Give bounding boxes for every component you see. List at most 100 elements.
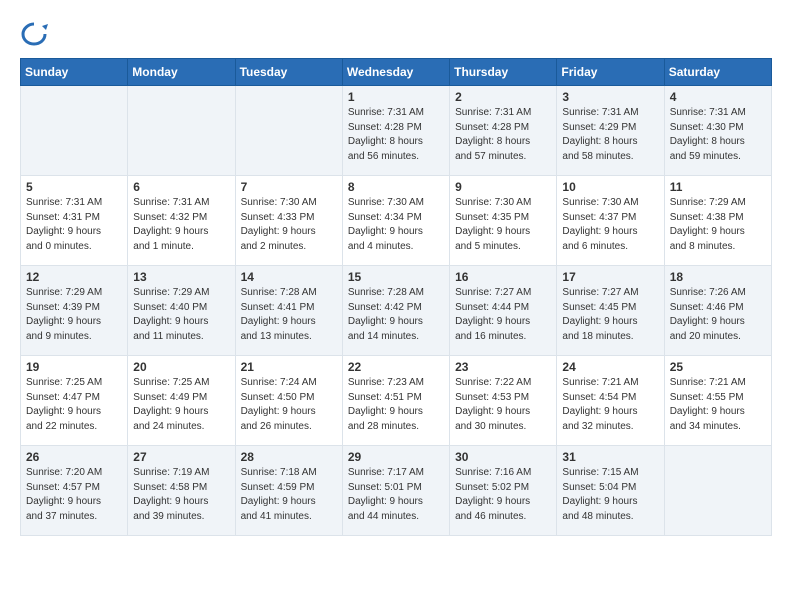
calendar-week-row: 1 Sunrise: 7:31 AM Sunset: 4:28 PM Daylig… <box>21 86 772 176</box>
calendar-week-row: 19 Sunrise: 7:25 AM Sunset: 4:47 PM Dayli… <box>21 356 772 446</box>
day-number: 7 <box>241 180 337 194</box>
day-number: 13 <box>133 270 229 284</box>
day-number: 1 <box>348 90 444 104</box>
calendar-cell: 26Sunrise: 7:20 AM Sunset: 4:57 PM Dayli… <box>21 446 128 536</box>
calendar-cell: 16Sunrise: 7:27 AM Sunset: 4:44 PM Dayli… <box>450 266 557 356</box>
day-number: 25 <box>670 360 766 374</box>
day-info: Sunrise: 7:27 AM Sunset: 4:44 PM Dayligh… <box>455 286 551 344</box>
calendar-cell: 4 Sunrise: 7:31 AM Sunset: 4:30 PM Daylig… <box>664 86 771 176</box>
calendar-week-row: 5Sunrise: 7:31 AM Sunset: 4:31 PM Daylig… <box>21 176 772 266</box>
day-info: Sunrise: 7:31 AM Sunset: 4:29 PM Dayligh… <box>562 106 658 164</box>
calendar-cell: 11Sunrise: 7:29 AM Sunset: 4:38 PM Dayli… <box>664 176 771 266</box>
day-info: Sunrise: 7:19 AM Sunset: 4:58 PM Dayligh… <box>133 466 229 524</box>
day-info: Sunrise: 7:30 AM Sunset: 4:33 PM Dayligh… <box>241 196 337 254</box>
day-info: Sunrise: 7:31 AM Sunset: 4:31 PM Dayligh… <box>26 196 122 254</box>
day-number: 8 <box>348 180 444 194</box>
calendar-cell <box>664 446 771 536</box>
day-info: Sunrise: 7:31 AM Sunset: 4:30 PM Dayligh… <box>670 106 766 164</box>
day-info: Sunrise: 7:30 AM Sunset: 4:37 PM Dayligh… <box>562 196 658 254</box>
calendar-cell <box>128 86 235 176</box>
logo <box>20 20 52 48</box>
day-info: Sunrise: 7:15 AM Sunset: 5:04 PM Dayligh… <box>562 466 658 524</box>
calendar-cell: 12 Sunrise: 7:29 AM Sunset: 4:39 PM Dayli… <box>21 266 128 356</box>
day-header-friday: Friday <box>557 59 664 86</box>
day-info: Sunrise: 7:22 AM Sunset: 4:53 PM Dayligh… <box>455 376 551 434</box>
calendar-cell: 21 Sunrise: 7:24 AM Sunset: 4:50 PM Dayli… <box>235 356 342 446</box>
day-info: Sunrise: 7:28 AM Sunset: 4:42 PM Dayligh… <box>348 286 444 344</box>
day-header-thursday: Thursday <box>450 59 557 86</box>
calendar-cell: 10 Sunrise: 7:30 AM Sunset: 4:37 PM Dayli… <box>557 176 664 266</box>
calendar-cell: 17 Sunrise: 7:27 AM Sunset: 4:45 PM Dayli… <box>557 266 664 356</box>
day-number: 17 <box>562 270 658 284</box>
day-info: Sunrise: 7:29 AM Sunset: 4:39 PM Dayligh… <box>26 286 122 344</box>
calendar-cell: 15 Sunrise: 7:28 AM Sunset: 4:42 PM Dayli… <box>342 266 449 356</box>
day-number: 15 <box>348 270 444 284</box>
day-info: Sunrise: 7:31 AM Sunset: 4:32 PM Dayligh… <box>133 196 229 254</box>
calendar-cell: 27 Sunrise: 7:19 AM Sunset: 4:58 PM Dayli… <box>128 446 235 536</box>
day-header-monday: Monday <box>128 59 235 86</box>
day-info: Sunrise: 7:30 AM Sunset: 4:34 PM Dayligh… <box>348 196 444 254</box>
day-number: 10 <box>562 180 658 194</box>
day-number: 29 <box>348 450 444 464</box>
day-number: 12 <box>26 270 122 284</box>
day-info: Sunrise: 7:27 AM Sunset: 4:45 PM Dayligh… <box>562 286 658 344</box>
calendar-cell: 3 Sunrise: 7:31 AM Sunset: 4:29 PM Daylig… <box>557 86 664 176</box>
calendar-cell <box>235 86 342 176</box>
day-info: Sunrise: 7:29 AM Sunset: 4:40 PM Dayligh… <box>133 286 229 344</box>
calendar-cell: 24 Sunrise: 7:21 AM Sunset: 4:54 PM Dayli… <box>557 356 664 446</box>
page-header <box>20 20 772 48</box>
calendar-cell: 30 Sunrise: 7:16 AM Sunset: 5:02 PM Dayli… <box>450 446 557 536</box>
calendar-cell: 9 Sunrise: 7:30 AM Sunset: 4:35 PM Daylig… <box>450 176 557 266</box>
calendar-week-row: 12 Sunrise: 7:29 AM Sunset: 4:39 PM Dayli… <box>21 266 772 356</box>
day-number: 9 <box>455 180 551 194</box>
day-info: Sunrise: 7:21 AM Sunset: 4:54 PM Dayligh… <box>562 376 658 434</box>
day-number: 19 <box>26 360 122 374</box>
calendar-header-row: SundayMondayTuesdayWednesdayThursdayFrid… <box>21 59 772 86</box>
day-info: Sunrise: 7:31 AM Sunset: 4:28 PM Dayligh… <box>455 106 551 164</box>
day-info: Sunrise: 7:16 AM Sunset: 5:02 PM Dayligh… <box>455 466 551 524</box>
day-info: Sunrise: 7:25 AM Sunset: 4:49 PM Dayligh… <box>133 376 229 434</box>
day-number: 2 <box>455 90 551 104</box>
day-info: Sunrise: 7:30 AM Sunset: 4:35 PM Dayligh… <box>455 196 551 254</box>
calendar-cell: 6 Sunrise: 7:31 AM Sunset: 4:32 PM Daylig… <box>128 176 235 266</box>
day-info: Sunrise: 7:28 AM Sunset: 4:41 PM Dayligh… <box>241 286 337 344</box>
calendar-cell: 25 Sunrise: 7:21 AM Sunset: 4:55 PM Dayli… <box>664 356 771 446</box>
calendar-cell: 20 Sunrise: 7:25 AM Sunset: 4:49 PM Dayli… <box>128 356 235 446</box>
day-info: Sunrise: 7:25 AM Sunset: 4:47 PM Dayligh… <box>26 376 122 434</box>
day-number: 28 <box>241 450 337 464</box>
day-info: Sunrise: 7:24 AM Sunset: 4:50 PM Dayligh… <box>241 376 337 434</box>
calendar-cell: 31Sunrise: 7:15 AM Sunset: 5:04 PM Dayli… <box>557 446 664 536</box>
calendar-cell: 7 Sunrise: 7:30 AM Sunset: 4:33 PM Daylig… <box>235 176 342 266</box>
day-info: Sunrise: 7:17 AM Sunset: 5:01 PM Dayligh… <box>348 466 444 524</box>
day-number: 21 <box>241 360 337 374</box>
calendar-cell: 2 Sunrise: 7:31 AM Sunset: 4:28 PM Daylig… <box>450 86 557 176</box>
calendar-cell: 14 Sunrise: 7:28 AM Sunset: 4:41 PM Dayli… <box>235 266 342 356</box>
calendar-cell <box>21 86 128 176</box>
day-info: Sunrise: 7:18 AM Sunset: 4:59 PM Dayligh… <box>241 466 337 524</box>
calendar-cell: 18Sunrise: 7:26 AM Sunset: 4:46 PM Dayli… <box>664 266 771 356</box>
day-number: 3 <box>562 90 658 104</box>
day-header-tuesday: Tuesday <box>235 59 342 86</box>
day-number: 6 <box>133 180 229 194</box>
day-number: 22 <box>348 360 444 374</box>
calendar-week-row: 26Sunrise: 7:20 AM Sunset: 4:57 PM Dayli… <box>21 446 772 536</box>
day-header-saturday: Saturday <box>664 59 771 86</box>
day-number: 20 <box>133 360 229 374</box>
day-number: 23 <box>455 360 551 374</box>
day-info: Sunrise: 7:31 AM Sunset: 4:28 PM Dayligh… <box>348 106 444 164</box>
calendar-cell: 13 Sunrise: 7:29 AM Sunset: 4:40 PM Dayli… <box>128 266 235 356</box>
day-info: Sunrise: 7:21 AM Sunset: 4:55 PM Dayligh… <box>670 376 766 434</box>
day-info: Sunrise: 7:23 AM Sunset: 4:51 PM Dayligh… <box>348 376 444 434</box>
day-number: 30 <box>455 450 551 464</box>
calendar-cell: 22 Sunrise: 7:23 AM Sunset: 4:51 PM Dayli… <box>342 356 449 446</box>
day-number: 24 <box>562 360 658 374</box>
day-info: Sunrise: 7:20 AM Sunset: 4:57 PM Dayligh… <box>26 466 122 524</box>
calendar-cell: 1 Sunrise: 7:31 AM Sunset: 4:28 PM Daylig… <box>342 86 449 176</box>
day-number: 4 <box>670 90 766 104</box>
calendar-cell: 19 Sunrise: 7:25 AM Sunset: 4:47 PM Dayli… <box>21 356 128 446</box>
day-header-sunday: Sunday <box>21 59 128 86</box>
day-number: 14 <box>241 270 337 284</box>
logo-icon <box>20 20 48 48</box>
day-number: 27 <box>133 450 229 464</box>
day-number: 11 <box>670 180 766 194</box>
